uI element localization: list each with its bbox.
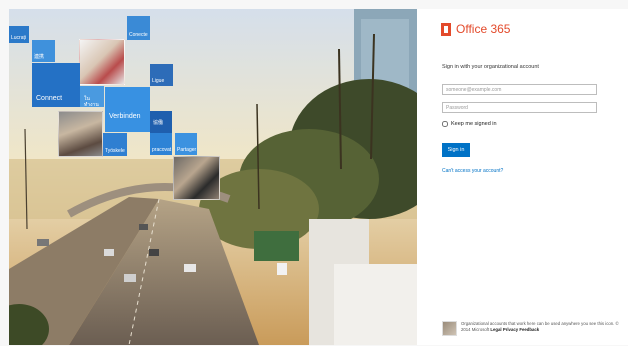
tile-verbinden: Verbinden [105, 87, 150, 132]
tile-conecte: Conecte [127, 16, 150, 40]
photo-woman-laptop [79, 39, 125, 85]
footer-text: Organizational accounts that work here c… [461, 321, 619, 332]
footer: Organizational accounts that work here c… [442, 321, 621, 336]
hero-illustration: Lucrați 連携 Connect ในทำงาน Conecte Ligue… [9, 9, 417, 345]
password-input[interactable] [442, 102, 597, 113]
keep-signed-in[interactable]: Keep me signed in [442, 121, 497, 127]
tile-lucrati: Lucrați [9, 26, 29, 43]
brand-name: Office 365 [456, 22, 511, 36]
tile-partager: Partager [175, 133, 197, 155]
photo-meeting [173, 156, 220, 200]
tile-ligue: Ligue [150, 64, 173, 86]
username-input[interactable] [442, 84, 597, 95]
keep-signed-in-label: Keep me signed in [451, 121, 497, 127]
photo-man-office [58, 111, 103, 157]
tile-kanji-2: 協働 [150, 111, 172, 133]
tile-pracovat: pracovat [150, 133, 172, 155]
sign-in-button[interactable]: Sign in [442, 143, 470, 157]
keep-signed-in-checkbox[interactable] [442, 121, 448, 127]
sign-in-panel [417, 9, 628, 345]
feedback-link[interactable]: Feedback [519, 327, 539, 332]
tile-kanji-1: 連携 [32, 40, 55, 62]
office-logo: Office 365 [441, 22, 510, 36]
legal-link[interactable]: Legal [490, 327, 501, 332]
tile-connect: Connect [32, 63, 80, 107]
privacy-link[interactable]: Privacy [503, 327, 518, 332]
sign-in-prompt: Sign in with your organizational account [442, 64, 539, 70]
cant-access-link[interactable]: Can't access your account? [442, 168, 503, 174]
office-icon [441, 22, 451, 36]
tile-thai: ในทำงาน [80, 86, 104, 108]
tile-tyoskele: Työskele [103, 133, 127, 156]
org-account-icon [442, 321, 457, 336]
